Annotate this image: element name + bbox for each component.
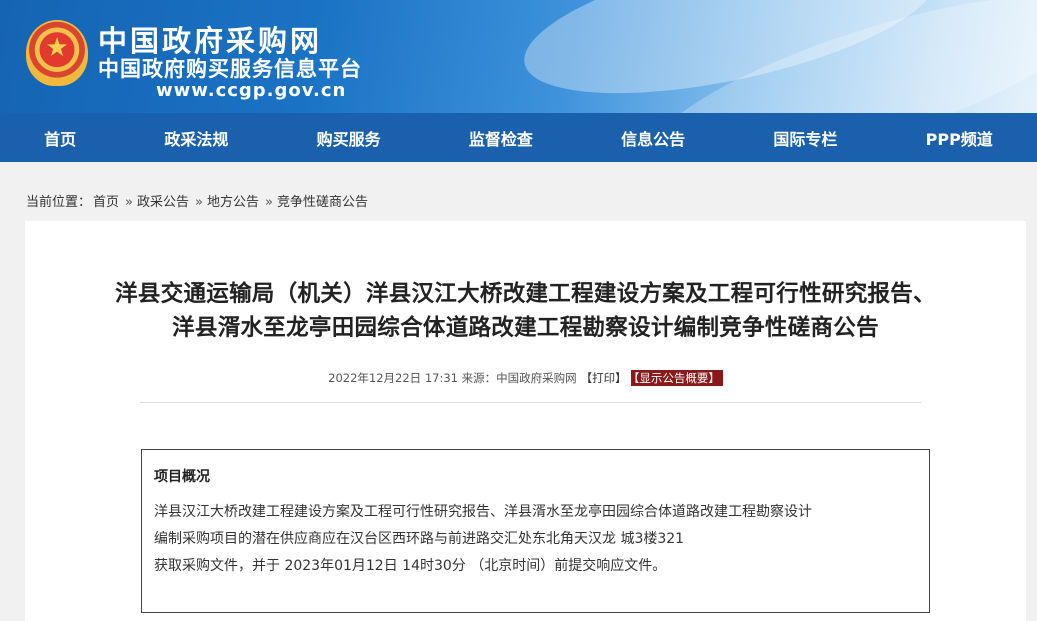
article-panel: 洋县交通运输局（机关）洋县汉江大桥改建工程建设方案及工程可行性研究报告、 洋县湑… [25, 221, 1026, 621]
print-link[interactable]: 【打印】 [581, 371, 627, 385]
nav-item-ppp[interactable]: PPP频道 [916, 126, 1003, 150]
article-title: 洋县交通运输局（机关）洋县汉江大桥改建工程建设方案及工程可行性研究报告、 洋县湑… [25, 277, 1026, 345]
breadcrumb-label: 当前位置： [26, 195, 92, 210]
overview-heading: 项目概况 [154, 469, 210, 485]
breadcrumb-home-link[interactable]: 首页 [93, 195, 119, 210]
site-subtitle: 中国政府购买服务信息平台 [98, 57, 362, 81]
overview-text-line: 获取采购文件，并于 2023年01月12日 14时30分 （北京时间）前提交响应… [154, 558, 667, 574]
nav-item-supervision[interactable]: 监督检查 [459, 126, 543, 150]
overview-text-line: 编制采购项目的潜在供应商应在汉台区西环路与前进路交汇处东北角天汉龙 城3楼321 [154, 531, 685, 547]
breadcrumb-procurement-notices-link[interactable]: 政采公告 [137, 195, 189, 210]
national-emblem-icon[interactable]: ★ [26, 20, 88, 86]
nav-item-announcements[interactable]: 信息公告 [611, 126, 695, 150]
breadcrumb: 当前位置： 首页 » 政采公告 » 地方公告 » 竞争性磋商公告 [26, 191, 370, 210]
overview-text-line: 洋县汉江大桥改建工程建设方案及工程可行性研究报告、洋县湑水至龙亭田园综合体道路改… [154, 504, 812, 520]
main-navigation: 首页 政采法规 购买服务 监督检查 信息公告 国际专栏 PPP频道 [0, 113, 1037, 162]
site-banner: ★ 中国政府采购网 中国政府购买服务信息平台 www.ccgp.gov.cn [0, 0, 1037, 113]
breadcrumb-local-notices-link[interactable]: 地方公告 [207, 195, 259, 210]
article-title-line-1: 洋县交通运输局（机关）洋县汉江大桥改建工程建设方案及工程可行性研究报告、 [115, 281, 936, 307]
article-title-line-2: 洋县湑水至龙亭田园综合体道路改建工程勘察设计编制竞争性磋商公告 [172, 315, 879, 341]
meta-divider [140, 402, 921, 403]
publish-info: 2022年12月22日 17:31 来源：中国政府采购网 [328, 371, 577, 385]
nav-item-regulations[interactable]: 政采法规 [154, 126, 238, 150]
nav-item-purchase-services[interactable]: 购买服务 [307, 126, 391, 150]
breadcrumb-separator: » [265, 195, 273, 210]
article-meta: 2022年12月22日 17:31 来源：中国政府采购网 【打印】 【显示公告概要】 [25, 370, 1026, 386]
breadcrumb-separator: » [195, 195, 203, 210]
breadcrumb-separator: » [125, 195, 133, 210]
nav-item-international[interactable]: 国际专栏 [763, 126, 847, 150]
nav-item-home[interactable]: 首页 [34, 126, 86, 150]
emblem-star-icon: ★ [45, 33, 69, 63]
project-overview-box: 项目概况 洋县汉江大桥改建工程建设方案及工程可行性研究报告、洋县湑水至龙亭田园综… [141, 449, 930, 613]
site-url[interactable]: www.ccgp.gov.cn [156, 80, 346, 101]
breadcrumb-current-category[interactable]: 竞争性磋商公告 [277, 195, 368, 210]
show-summary-button[interactable]: 【显示公告概要】 [630, 370, 723, 386]
